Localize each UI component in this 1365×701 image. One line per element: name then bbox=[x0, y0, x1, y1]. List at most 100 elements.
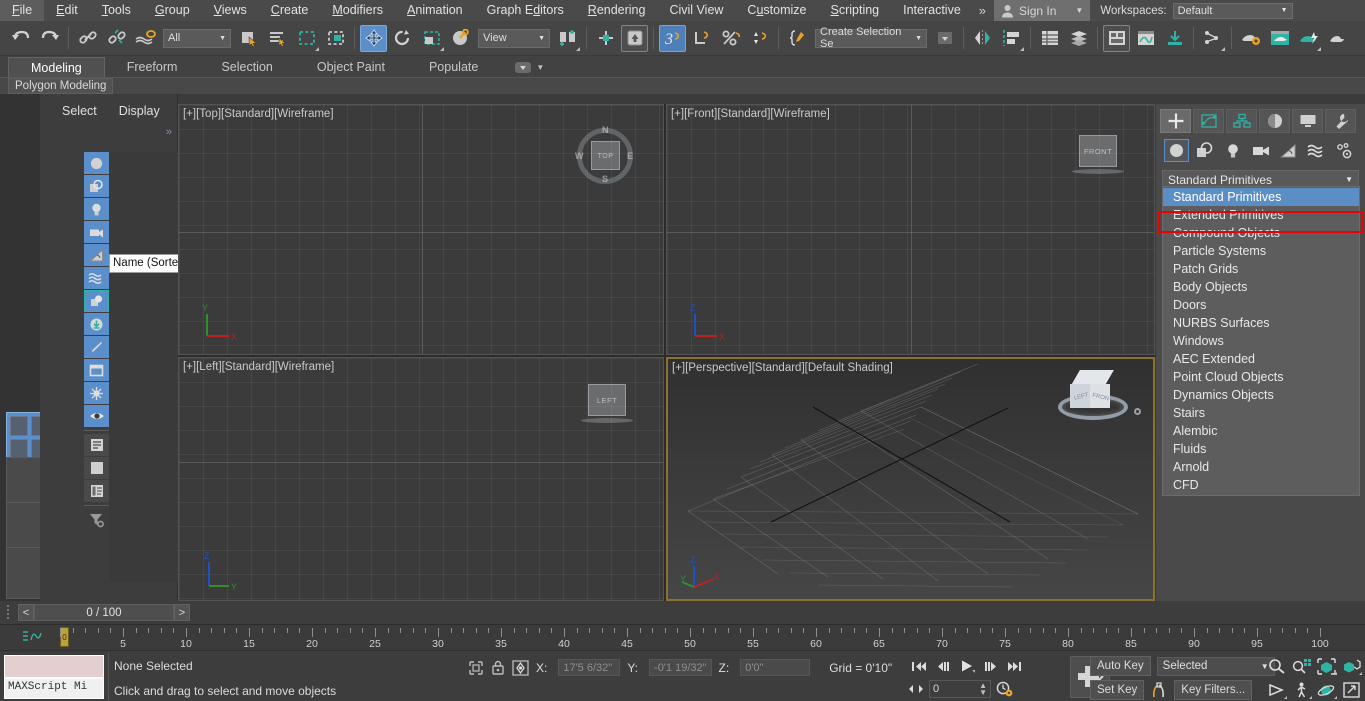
dropdown-item-body-objects[interactable]: Body Objects bbox=[1163, 278, 1359, 296]
menu-overflow-icon[interactable]: » bbox=[973, 3, 992, 18]
undo-icon[interactable] bbox=[7, 25, 34, 52]
utilities-tab[interactable] bbox=[1325, 109, 1356, 133]
reference-coordinate-combo[interactable]: View ▼ bbox=[478, 29, 550, 48]
field-of-view-icon[interactable] bbox=[1265, 680, 1287, 700]
visible-filter-icon[interactable] bbox=[84, 405, 109, 427]
menu-item-group[interactable]: Group bbox=[143, 0, 202, 21]
select-move-icon[interactable] bbox=[360, 25, 387, 52]
dropdown-item-standard-primitives[interactable]: Standard Primitives bbox=[1163, 188, 1359, 206]
menu-item-civil-view[interactable]: Civil View bbox=[657, 0, 735, 21]
spacewarps-icon[interactable] bbox=[1304, 139, 1329, 162]
viewport-label-top[interactable]: [+][Top][Standard][Wireframe] bbox=[183, 108, 334, 120]
redo-icon[interactable] bbox=[36, 25, 63, 52]
menu-item-animation[interactable]: Animation bbox=[395, 0, 475, 21]
shapes-icon[interactable] bbox=[1192, 139, 1217, 162]
view-cube-face[interactable]: TOP bbox=[591, 141, 620, 170]
next-frame-button[interactable]: > bbox=[174, 604, 190, 621]
snaps-3d-icon[interactable]: 3 bbox=[659, 25, 686, 52]
render-iterative-icon[interactable] bbox=[1324, 25, 1351, 52]
display-list-icon[interactable] bbox=[84, 434, 109, 456]
go-to-start-icon[interactable] bbox=[908, 656, 930, 676]
align-icon[interactable] bbox=[998, 25, 1025, 52]
angle-snap-icon[interactable] bbox=[621, 25, 648, 52]
next-frame-icon[interactable] bbox=[980, 656, 1002, 676]
lights-filter-icon[interactable] bbox=[84, 198, 109, 220]
viewport-label-perspective[interactable]: [+][Perspective][Standard][Default Shadi… bbox=[672, 362, 893, 374]
dropdown-item-patch-grids[interactable]: Patch Grids bbox=[1163, 260, 1359, 278]
menu-item-rendering[interactable]: Rendering bbox=[576, 0, 658, 21]
geometry-filter-icon[interactable] bbox=[84, 152, 109, 174]
spacewarps-filter-icon[interactable] bbox=[84, 267, 109, 289]
named-selection-set-combo[interactable]: Create Selection Se ▼ bbox=[815, 29, 927, 48]
view-cube-home-icon[interactable] bbox=[1134, 408, 1141, 415]
zoom-extents-icon[interactable] bbox=[1315, 656, 1337, 676]
prev-frame-button[interactable]: < bbox=[18, 604, 34, 621]
dropdown-item-point-cloud-objects[interactable]: Point Cloud Objects bbox=[1163, 368, 1359, 386]
menu-item-scripting[interactable]: Scripting bbox=[818, 0, 891, 21]
dropdown-item-compound-objects[interactable]: Compound Objects bbox=[1163, 224, 1359, 242]
rectangular-region-icon[interactable] bbox=[293, 25, 320, 52]
display-tab[interactable] bbox=[1292, 109, 1323, 133]
track-bar[interactable]: 0 51015202530354045505560657075808590951… bbox=[0, 624, 1365, 650]
dropdown-item-windows[interactable]: Windows bbox=[1163, 332, 1359, 350]
zoom-extents-selected-icon[interactable] bbox=[1340, 656, 1362, 676]
view-cube-front[interactable]: FRONT bbox=[1070, 131, 1126, 187]
named-selection-icon[interactable] bbox=[784, 25, 811, 52]
view-cube-perspective[interactable]: LEFT FRONT bbox=[1056, 364, 1130, 426]
freeze-filter-icon[interactable] bbox=[84, 382, 109, 404]
motion-tab[interactable] bbox=[1259, 109, 1290, 133]
ribbon-tab-object-paint[interactable]: Object Paint bbox=[295, 57, 407, 77]
percent-snap-icon[interactable] bbox=[717, 25, 744, 52]
dropdown-item-arnold[interactable]: Arnold bbox=[1163, 458, 1359, 476]
bind-spacewarp-icon[interactable] bbox=[132, 25, 159, 52]
modify-tab[interactable] bbox=[1193, 109, 1224, 133]
select-scale-icon[interactable] bbox=[418, 25, 445, 52]
track-view-icon[interactable] bbox=[22, 629, 44, 644]
menu-item-graph-editors[interactable]: Graph Editors bbox=[475, 0, 576, 21]
orbit-icon[interactable] bbox=[1315, 680, 1337, 700]
previous-frame-icon[interactable] bbox=[932, 656, 954, 676]
menu-item-customize[interactable]: Customize bbox=[735, 0, 818, 21]
current-frame-display[interactable]: 0 / 100 bbox=[34, 604, 174, 621]
maxscript-mini-listener[interactable]: MAXScript Mi bbox=[4, 678, 104, 699]
workspace-select[interactable]: Default ▼ bbox=[1173, 3, 1293, 19]
render-production-icon[interactable] bbox=[1295, 25, 1322, 52]
groups-filter-icon[interactable] bbox=[84, 290, 109, 312]
zoom-icon[interactable] bbox=[1265, 656, 1287, 676]
time-key-marker[interactable]: 0 bbox=[60, 627, 69, 647]
create-tab[interactable] bbox=[1160, 109, 1191, 133]
coord-z-field[interactable]: 0'0" bbox=[740, 659, 810, 676]
ribbon-toggle-icon[interactable] bbox=[1103, 25, 1130, 52]
selection-lock-region-icon[interactable] bbox=[468, 660, 484, 676]
dropdown-item-dynamics-objects[interactable]: Dynamics Objects bbox=[1163, 386, 1359, 404]
material-editor-icon[interactable] bbox=[1199, 25, 1226, 52]
filter-settings-icon[interactable] bbox=[84, 509, 109, 531]
helpers-icon[interactable] bbox=[1276, 139, 1301, 162]
rendered-frame-icon[interactable] bbox=[1266, 25, 1293, 52]
dropdown-item-particle-systems[interactable]: Particle Systems bbox=[1163, 242, 1359, 260]
auto-key-button[interactable]: Auto Key bbox=[1090, 656, 1151, 676]
key-mode-combo[interactable]: Selected ▼ bbox=[1157, 657, 1275, 676]
explorer-menu-display[interactable]: Display bbox=[119, 104, 160, 118]
spinner-icon[interactable]: ▲▼ bbox=[979, 682, 987, 696]
chevron-down-icon[interactable]: ▼ bbox=[1075, 6, 1083, 15]
schematic-view-icon[interactable] bbox=[1161, 25, 1188, 52]
geometry-icon[interactable] bbox=[1164, 139, 1189, 162]
dropdown-item-stairs[interactable]: Stairs bbox=[1163, 404, 1359, 422]
maxscript-listener-output[interactable] bbox=[4, 655, 104, 678]
curve-editor-icon[interactable] bbox=[1132, 25, 1159, 52]
coord-x-field[interactable]: 17'5 6/32" bbox=[558, 659, 620, 676]
frame-number-input[interactable]: 0 ▲▼ bbox=[929, 680, 991, 698]
dropdown-item-aec-extended[interactable]: AEC Extended bbox=[1163, 350, 1359, 368]
scene-explorer-icon[interactable] bbox=[1065, 25, 1092, 52]
cameras-filter-icon[interactable] bbox=[84, 221, 109, 243]
view-cube-left[interactable]: LEFT bbox=[579, 380, 635, 436]
layer-explorer-icon[interactable] bbox=[1036, 25, 1063, 52]
menu-item-file[interactable]: File bbox=[0, 0, 44, 21]
play-animation-icon[interactable] bbox=[956, 656, 978, 676]
render-setup-icon[interactable] bbox=[1237, 25, 1264, 52]
coord-y-field[interactable]: -0'1 19/32" bbox=[649, 659, 712, 676]
dropdown-item-nurbs-surfaces[interactable]: NURBS Surfaces bbox=[1163, 314, 1359, 332]
viewport-label-front[interactable]: [+][Front][Standard][Wireframe] bbox=[671, 108, 830, 120]
walkthrough-icon[interactable] bbox=[1290, 680, 1312, 700]
